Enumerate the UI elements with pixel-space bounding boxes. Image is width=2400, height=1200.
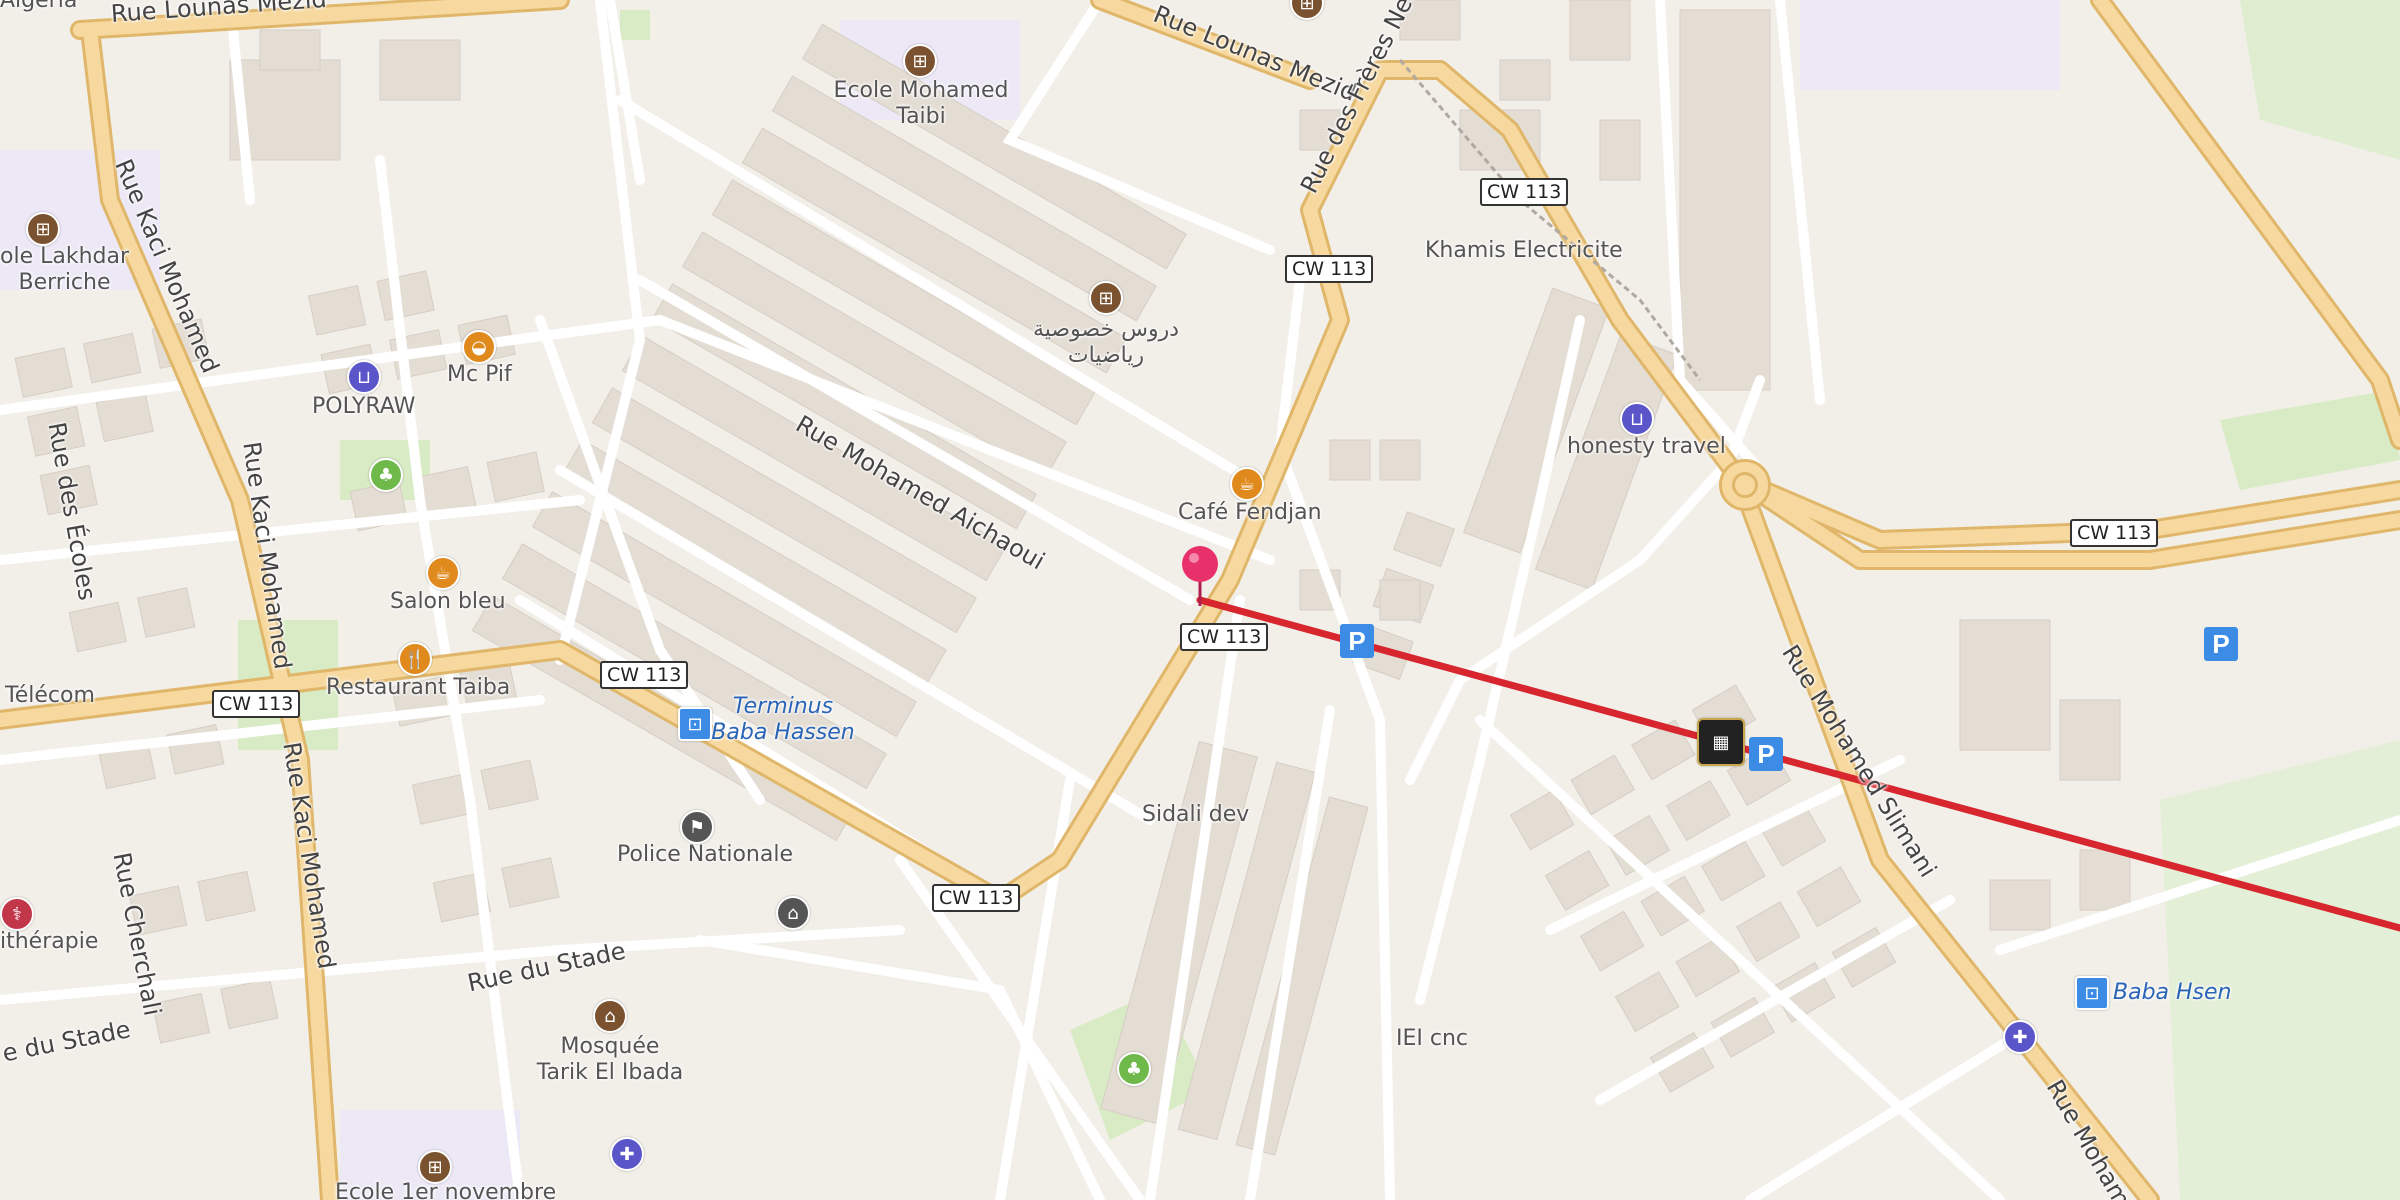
poi-label[interactable]: Salon bleu (390, 589, 506, 615)
poi-label[interactable]: Terminus Baba Hassen (711, 694, 854, 747)
shop-icon[interactable]: ⊔ (1620, 402, 1654, 436)
poi-label[interactable]: Khamis Electricite (1425, 238, 1623, 264)
map-canvas[interactable]: Rue Lounas Mezid Rue Lounas Mezid Rue Ka… (0, 0, 2400, 1200)
poi-label[interactable]: Ecole 1er novembre (335, 1180, 556, 1200)
mosque-icon[interactable]: ⌂ (593, 999, 627, 1033)
poi-label[interactable]: ole Lakhdar Berriche (0, 244, 129, 297)
parking-icon[interactable]: P (2204, 627, 2238, 661)
route-shield: CW 113 (1480, 178, 1569, 206)
street-label: Algeria (0, 0, 78, 13)
parking-icon[interactable]: P (1340, 624, 1374, 658)
route-shield: CW 113 (600, 661, 689, 689)
poi-label[interactable]: ithérapie (0, 929, 98, 955)
restaurant-icon[interactable]: 🍴 (398, 642, 432, 676)
townhall-icon[interactable]: ⌂ (776, 896, 810, 930)
location-pin-icon[interactable] (1178, 542, 1222, 608)
kaaba-icon[interactable]: ▦ (1697, 718, 1745, 766)
pharmacy-icon[interactable]: ✚ (2003, 1020, 2037, 1054)
park-tree-icon[interactable]: ♣ (369, 458, 403, 492)
school-icon[interactable]: ⊞ (903, 44, 937, 78)
poi-label[interactable]: Sidali dev (1142, 802, 1249, 828)
poi-label[interactable]: Baba Hsen (2113, 980, 2232, 1006)
school-icon[interactable]: ⊞ (1089, 281, 1123, 315)
park-area (620, 10, 650, 40)
poi-label[interactable]: POLYRAW (312, 394, 415, 420)
route-shield: CW 113 (1285, 255, 1374, 283)
parking-icon[interactable]: P (1749, 737, 1783, 771)
poi-label[interactable]: Police Nationale (617, 842, 793, 868)
poi-label[interactable]: Restaurant Taiba (326, 675, 510, 701)
route-shield: CW 113 (2070, 519, 2159, 547)
police-icon[interactable]: ⚑ (680, 810, 714, 844)
pharmacy-icon[interactable]: ✚ (610, 1137, 644, 1171)
route-shield: CW 113 (1180, 623, 1269, 651)
poi-label[interactable]: honesty travel (1567, 434, 1726, 460)
poi-label[interactable]: دروس خصوصية رياضيات (1033, 317, 1179, 370)
park-area (2240, 0, 2400, 160)
bus-stop-icon[interactable]: ⊡ (678, 707, 712, 741)
cafe-icon[interactable]: ☕ (426, 556, 460, 590)
route-shield: CW 113 (212, 690, 301, 718)
poi-label[interactable]: Télécom (5, 683, 95, 709)
school-icon[interactable]: ⊞ (418, 1150, 452, 1184)
poi-label[interactable]: Mosquée Tarik El Ibada (537, 1034, 684, 1087)
poi-label[interactable]: Café Fendjan (1178, 500, 1322, 526)
cafe-icon[interactable]: ☕ (1230, 467, 1264, 501)
fast-food-icon[interactable]: ◒ (462, 330, 496, 364)
shop-icon[interactable]: ⊔ (347, 360, 381, 394)
poi-label[interactable]: Ecole Mohamed Taibi (834, 78, 1009, 131)
school-icon[interactable]: ⊞ (26, 212, 60, 246)
bus-stop-icon[interactable]: ⊡ (2075, 976, 2109, 1010)
school-area (1800, 0, 2060, 90)
physio-icon[interactable]: ⚕ (0, 897, 34, 931)
poi-label[interactable]: IEI cnc (1396, 1026, 1468, 1052)
poi-label[interactable]: Mc Pif (447, 362, 512, 388)
park-tree-icon[interactable]: ♣ (1117, 1052, 1151, 1086)
park-area (2220, 390, 2400, 490)
park-area (2160, 740, 2400, 1200)
route-shield: CW 113 (932, 884, 1021, 912)
